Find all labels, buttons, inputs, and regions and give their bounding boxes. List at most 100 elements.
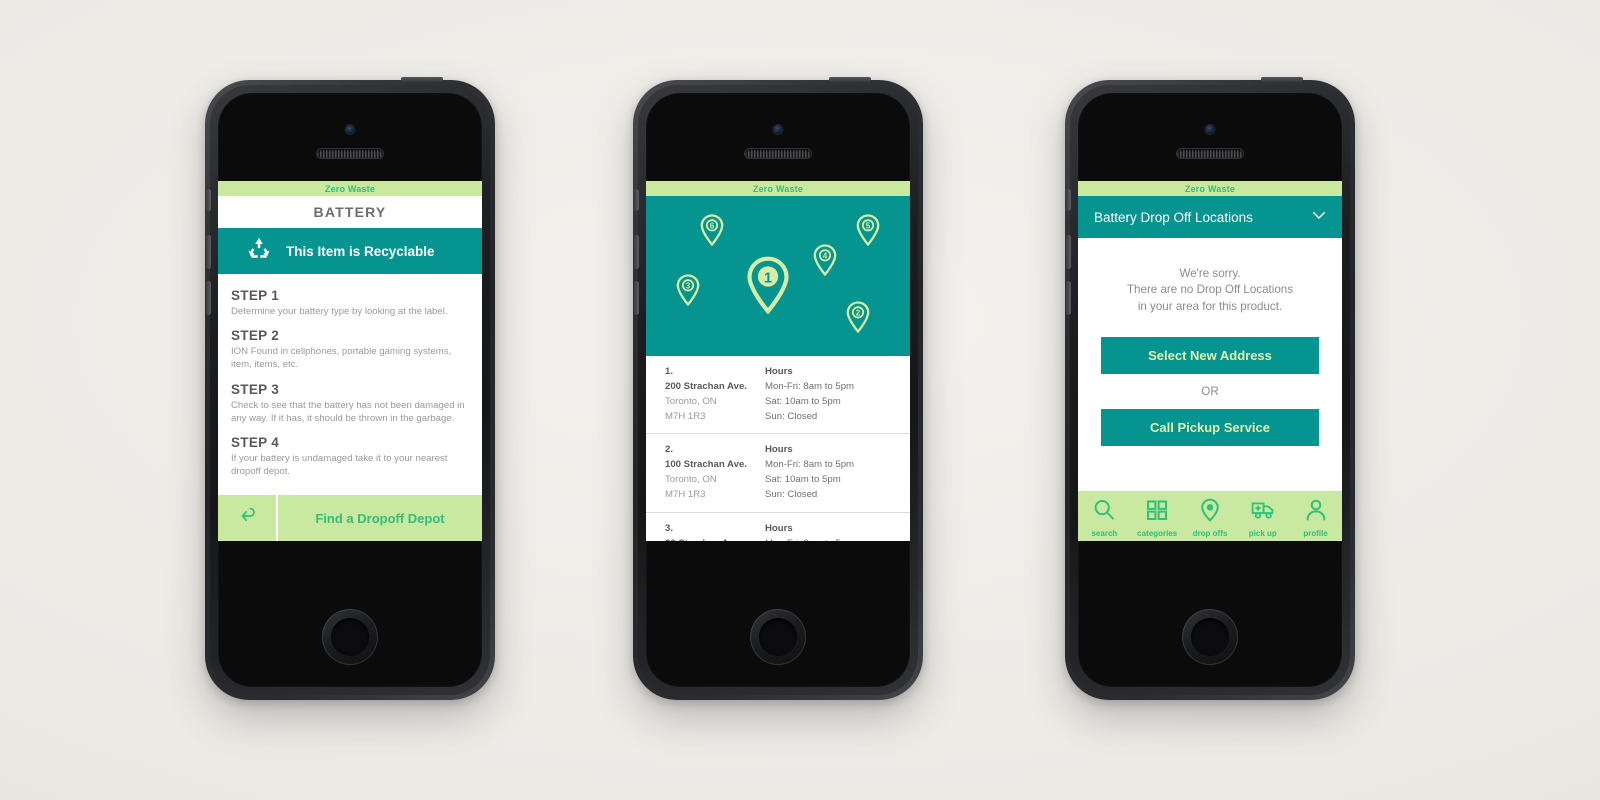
map-pin-3[interactable]: 3 bbox=[676, 274, 700, 311]
location-row[interactable]: 1. 200 Strachan Ave. Toronto, ON M7H 1R3… bbox=[646, 356, 910, 435]
location-row[interactable]: 2. 100 Strachan Ave. Toronto, ON M7H 1R3… bbox=[646, 434, 910, 513]
step-heading: STEP 3 bbox=[231, 381, 280, 397]
phone-bezel: Zero Waste BATTERY This Item is Recyclab… bbox=[206, 85, 490, 695]
map-pin-4[interactable]: 4 bbox=[813, 244, 837, 281]
location-street: 100 Strachan Ave. bbox=[665, 459, 747, 471]
power-button[interactable] bbox=[829, 77, 871, 82]
find-dropoff-depot-label: Find a Dropoff Depot bbox=[315, 510, 445, 526]
location-street: 200 Strachan Ave. bbox=[665, 380, 747, 392]
volume-up-button[interactable] bbox=[1066, 235, 1071, 269]
nav-item-search[interactable]: search bbox=[1078, 498, 1130, 538]
bottom-navigation: search categories drop offs pick up prof… bbox=[1078, 491, 1342, 541]
hours-weekday: Mon-Fri: 8am to 5pm bbox=[765, 380, 855, 392]
step-item: STEP 1 Determine your battery type by lo… bbox=[231, 288, 469, 318]
phone-mockup-locations: Zero Waste 6 5 4 3 2 1 1. 200 Strachan A… bbox=[633, 77, 923, 700]
find-dropoff-depot-button[interactable]: Find a Dropoff Depot bbox=[278, 495, 482, 541]
nav-item-pickup[interactable]: pick up bbox=[1237, 498, 1289, 538]
location-hours-block: Hours Mon-Fri: 8am to 5pm Sat: 10am to 5… bbox=[765, 443, 891, 502]
volume-down-button[interactable] bbox=[634, 281, 639, 315]
person-icon bbox=[1304, 498, 1328, 527]
mute-switch[interactable] bbox=[206, 189, 211, 211]
nav-item-categories[interactable]: categories bbox=[1131, 498, 1183, 538]
hours-weekday: Mon-Fri: 8am to 5pm bbox=[765, 537, 891, 541]
location-address-block: 3. 20 Strachan Ave. Toronto, ON M7H 1R3 bbox=[665, 522, 765, 541]
nav-item-dropoffs[interactable]: drop offs bbox=[1184, 498, 1236, 538]
step-item: STEP 4 If your battery is undamaged take… bbox=[231, 435, 469, 478]
back-arrow-icon bbox=[234, 503, 260, 534]
select-new-address-button[interactable]: Select New Address bbox=[1101, 337, 1319, 375]
search-icon bbox=[1092, 498, 1116, 527]
map-pin-number: 1 bbox=[764, 270, 772, 286]
power-button[interactable] bbox=[1261, 77, 1303, 82]
front-camera bbox=[1205, 125, 1215, 134]
mute-switch[interactable] bbox=[1066, 189, 1071, 211]
location-hours-block: Hours Mon-Fri: 8am to 5pm Sat: 10am to 5… bbox=[765, 522, 891, 541]
location-row[interactable]: 3. 20 Strachan Ave. Toronto, ON M7H 1R3 … bbox=[646, 513, 910, 541]
map-pin-5[interactable]: 5 bbox=[856, 214, 880, 251]
volume-down-button[interactable] bbox=[1066, 281, 1071, 315]
page-title-text: BATTERY bbox=[313, 204, 387, 220]
call-pickup-service-label: Call Pickup Service bbox=[1150, 420, 1270, 436]
map-pin-number: 2 bbox=[856, 309, 861, 318]
step-heading: STEP 1 bbox=[231, 288, 280, 303]
front-camera bbox=[345, 125, 355, 134]
step-text: If your battery is undamaged take it to … bbox=[231, 453, 448, 478]
phone-mockup-empty-state: Zero Waste Battery Drop Off Locations We… bbox=[1065, 77, 1355, 700]
earpiece-speaker bbox=[745, 149, 811, 158]
or-divider-label: OR bbox=[1201, 385, 1219, 399]
locations-map[interactable]: 6 5 4 3 2 1 bbox=[646, 196, 910, 356]
back-button[interactable] bbox=[218, 495, 276, 541]
location-index: 2. bbox=[665, 444, 674, 456]
screen-dropoff-locations: Zero Waste 6 5 4 3 2 1 1. 200 Strachan A… bbox=[646, 181, 910, 541]
locations-dropdown[interactable]: Battery Drop Off Locations bbox=[1078, 196, 1342, 238]
recycle-icon bbox=[244, 234, 274, 269]
mute-switch[interactable] bbox=[634, 189, 639, 211]
map-pin-2[interactable]: 2 bbox=[846, 301, 870, 338]
nav-label-profile: profile bbox=[1303, 529, 1328, 538]
home-button[interactable] bbox=[322, 609, 378, 665]
nav-item-profile[interactable]: profile bbox=[1290, 498, 1342, 538]
screen-no-locations: Zero Waste Battery Drop Off Locations We… bbox=[1078, 181, 1342, 541]
home-button[interactable] bbox=[750, 609, 806, 665]
nav-label-pickup: pick up bbox=[1248, 529, 1277, 538]
hours-sunday: Sun: Closed bbox=[765, 410, 818, 422]
step-text: Check to see that the battery has not be… bbox=[231, 399, 465, 424]
phone-bezel: Zero Waste 6 5 4 3 2 1 1. 200 Strachan A… bbox=[634, 85, 918, 695]
empty-state-message: We're sorry. There are no Drop Off Locat… bbox=[1078, 238, 1342, 316]
step-item: STEP 2 ION Found in cellphones, portable… bbox=[231, 328, 469, 371]
brand-label: Zero Waste bbox=[324, 183, 376, 194]
brand-status-bar: Zero Waste bbox=[218, 181, 482, 196]
call-pickup-service-button[interactable]: Call Pickup Service bbox=[1101, 409, 1319, 447]
recyclable-banner-label: This Item is Recyclable bbox=[286, 243, 435, 259]
step-heading: STEP 4 bbox=[231, 435, 280, 451]
bottom-action-row: Find a Dropoff Depot bbox=[218, 495, 482, 541]
map-pin-icon bbox=[1198, 498, 1222, 527]
location-city: Toronto, ON bbox=[665, 395, 717, 407]
earpiece-speaker bbox=[317, 149, 383, 158]
location-postal: M7H 1R3 bbox=[665, 410, 706, 422]
hours-saturday: Sat: 10am to 5pm bbox=[765, 474, 841, 486]
map-pin-1-selected[interactable]: 1 bbox=[746, 256, 790, 319]
hours-saturday: Sat: 10am to 5pm bbox=[765, 395, 841, 407]
phone-front-panel: Zero Waste 6 5 4 3 2 1 1. 200 Strachan A… bbox=[646, 93, 910, 687]
empty-state-actions: Select New Address OR Call Pickup Servic… bbox=[1078, 315, 1342, 447]
phone-mockup-battery: Zero Waste BATTERY This Item is Recyclab… bbox=[205, 77, 495, 700]
empty-state-line: There are no Drop Off Locations bbox=[1126, 283, 1294, 297]
location-index: 1. bbox=[665, 366, 674, 377]
truck-icon bbox=[1251, 498, 1275, 527]
locations-list[interactable]: 1. 200 Strachan Ave. Toronto, ON M7H 1R3… bbox=[646, 356, 910, 541]
step-text: Determine your battery type by looking a… bbox=[231, 306, 448, 317]
locations-dropdown-label: Battery Drop Off Locations bbox=[1094, 209, 1253, 225]
map-pin-6[interactable]: 6 bbox=[700, 214, 724, 251]
hours-sunday: Sun: Closed bbox=[765, 489, 818, 501]
volume-up-button[interactable] bbox=[206, 235, 211, 269]
nav-label-search: search bbox=[1091, 529, 1118, 538]
empty-state-line: in your area for this product. bbox=[1137, 299, 1283, 313]
phone-front-panel: Zero Waste Battery Drop Off Locations We… bbox=[1078, 93, 1342, 687]
location-hours-block: Hours Mon-Fri: 8am to 5pm Sat: 10am to 5… bbox=[765, 365, 891, 424]
volume-up-button[interactable] bbox=[634, 235, 639, 269]
power-button[interactable] bbox=[401, 77, 443, 82]
home-button[interactable] bbox=[1182, 609, 1238, 665]
phone-bezel: Zero Waste Battery Drop Off Locations We… bbox=[1066, 85, 1350, 695]
volume-down-button[interactable] bbox=[206, 281, 211, 315]
